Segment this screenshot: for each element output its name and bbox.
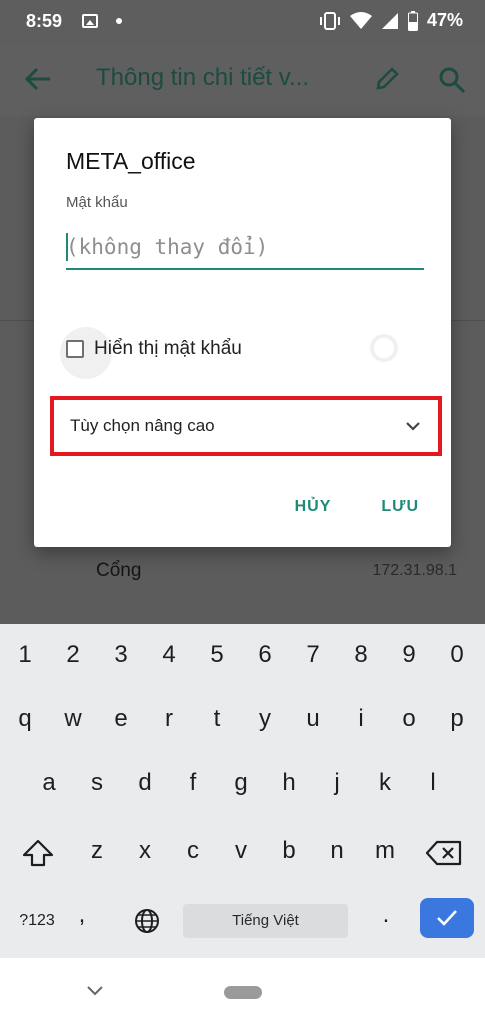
key-6[interactable]: 6 <box>245 628 285 682</box>
image-notification-icon <box>82 14 98 28</box>
key-m[interactable]: m <box>365 824 405 878</box>
signal-icon <box>381 12 398 29</box>
status-icons: 47% <box>319 10 463 31</box>
key-q[interactable]: q <box>5 692 45 746</box>
key-h[interactable]: h <box>269 756 309 810</box>
key-l[interactable]: l <box>413 756 453 810</box>
back-arrow-icon[interactable] <box>24 66 52 92</box>
key-7[interactable]: 7 <box>293 628 333 682</box>
show-password-label: Hiển thị mật khẩu <box>94 338 242 359</box>
battery-icon <box>407 10 418 31</box>
backspace-icon[interactable] <box>426 840 462 866</box>
wifi-password-dialog: META_office Mật khẩu Hiển thị mật khẩu T… <box>34 118 451 547</box>
key-y[interactable]: y <box>245 692 285 746</box>
key-4[interactable]: 4 <box>149 628 189 682</box>
globe-icon[interactable] <box>134 908 160 934</box>
show-password-row[interactable]: Hiển thị mật khẩu <box>66 338 242 360</box>
key-g[interactable]: g <box>221 756 261 810</box>
show-password-checkbox[interactable] <box>66 340 84 358</box>
key-f[interactable]: f <box>173 756 213 810</box>
keyboard-row-qwerty: q w e r t y u i o p <box>0 692 485 746</box>
key-1[interactable]: 1 <box>5 628 45 682</box>
key-z[interactable]: z <box>77 824 117 878</box>
key-9[interactable]: 9 <box>389 628 429 682</box>
status-bar: 8:59 47% <box>0 0 485 44</box>
key-e[interactable]: e <box>101 692 141 746</box>
key-t[interactable]: t <box>197 692 237 746</box>
advanced-options-label: Tùy chọn nâng cao <box>70 416 215 435</box>
symbols-key[interactable]: ?123 <box>14 894 60 948</box>
key-period[interactable]: . <box>376 888 396 942</box>
chevron-down-icon[interactable] <box>86 985 104 997</box>
keyboard-number-row: 1 2 3 4 5 6 7 8 9 0 <box>0 628 485 682</box>
gateway-value: 172.31.98.1 <box>372 562 457 579</box>
key-v[interactable]: v <box>221 824 261 878</box>
password-label: Mật khẩu <box>66 194 128 211</box>
key-n[interactable]: n <box>317 824 357 878</box>
keyboard-row-asdf: a s d f g h j k l <box>0 756 485 810</box>
key-d[interactable]: d <box>125 756 165 810</box>
vibrate-icon <box>319 11 340 30</box>
key-0[interactable]: 0 <box>437 628 477 682</box>
dialog-title: META_office <box>66 148 196 174</box>
key-i[interactable]: i <box>341 692 381 746</box>
text-cursor <box>66 233 68 261</box>
search-icon[interactable] <box>438 66 466 94</box>
system-nav-bar <box>0 958 485 1024</box>
save-button[interactable]: LƯU <box>381 498 419 516</box>
soft-keyboard: 1 2 3 4 5 6 7 8 9 0 q w e r t y u i o p … <box>0 624 485 958</box>
chevron-down-icon <box>406 422 420 431</box>
checkmark-icon <box>437 910 457 926</box>
wifi-icon <box>349 11 372 29</box>
app-bar: Thông tin chi tiết v... <box>0 44 485 116</box>
key-b[interactable]: b <box>269 824 309 878</box>
key-3[interactable]: 3 <box>101 628 141 682</box>
notification-dot-icon <box>116 18 122 24</box>
status-time: 8:59 <box>26 11 63 31</box>
key-u[interactable]: u <box>293 692 333 746</box>
battery-percent: 47% <box>426 10 463 30</box>
key-x[interactable]: x <box>125 824 165 878</box>
key-8[interactable]: 8 <box>341 628 381 682</box>
cancel-button[interactable]: HỦY <box>295 498 332 516</box>
shift-icon[interactable] <box>22 839 54 867</box>
key-a[interactable]: a <box>29 756 69 810</box>
enter-key[interactable] <box>420 898 474 938</box>
keyboard-row-zxcv: z x c v b n m <box>0 824 485 878</box>
gateway-label: Cổng <box>96 560 142 581</box>
dialog-actions: HỦY LƯU <box>295 498 419 516</box>
password-input[interactable] <box>66 226 424 270</box>
key-c[interactable]: c <box>173 824 213 878</box>
space-key[interactable]: Tiếng Việt <box>183 904 348 938</box>
key-o[interactable]: o <box>389 692 429 746</box>
key-5[interactable]: 5 <box>197 628 237 682</box>
key-s[interactable]: s <box>77 756 117 810</box>
key-k[interactable]: k <box>365 756 405 810</box>
home-gesture-pill[interactable] <box>224 986 262 999</box>
edit-pencil-icon[interactable] <box>374 66 400 92</box>
key-comma[interactable]: , <box>72 888 92 942</box>
app-title: Thông tin chi tiết v... <box>96 64 309 91</box>
key-2[interactable]: 2 <box>53 628 93 682</box>
keyboard-bottom-row: ?123 , Tiếng Việt . <box>0 894 485 948</box>
key-j[interactable]: j <box>317 756 357 810</box>
key-r[interactable]: r <box>149 692 189 746</box>
advanced-options-dropdown[interactable]: Tùy chọn nâng cao <box>50 396 442 456</box>
key-w[interactable]: w <box>53 692 93 746</box>
key-p[interactable]: p <box>437 692 477 746</box>
